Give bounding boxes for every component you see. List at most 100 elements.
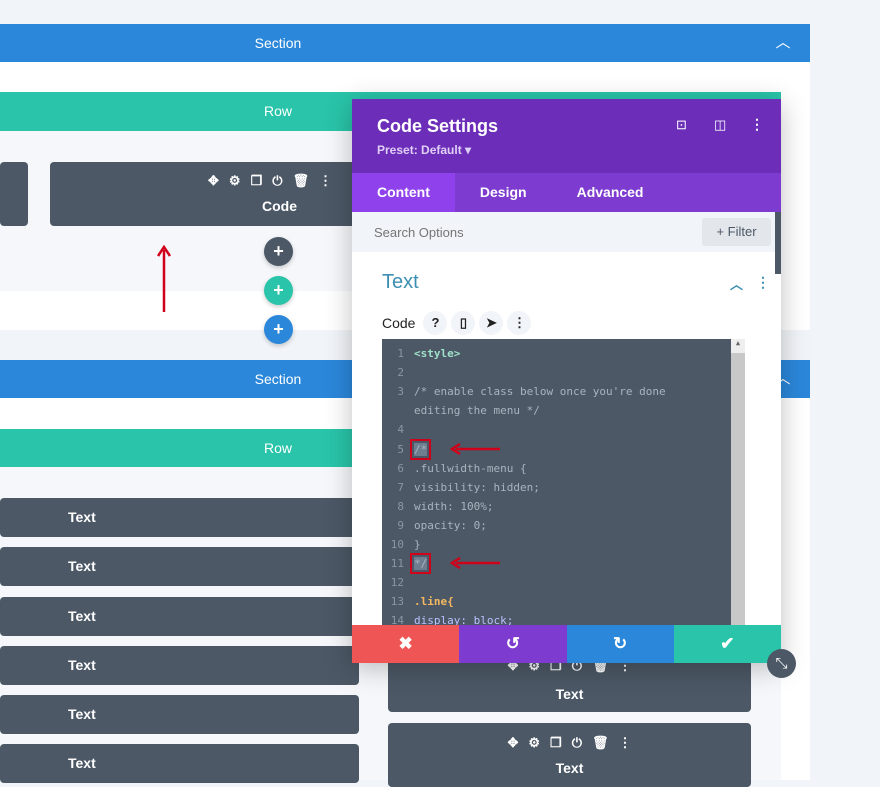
duplicate-icon[interactable]: ❐ — [550, 735, 562, 751]
filter-button[interactable]: + Filter — [702, 218, 771, 246]
section-label: Section — [254, 35, 302, 51]
undo-icon: ↺ — [505, 634, 520, 653]
code-module[interactable]: ✥ ⚙ ❐ ⏻ 🗑 ⋮ Code — [50, 162, 360, 226]
power-icon[interactable]: ⏻ — [272, 173, 282, 189]
text-module[interactable]: Text — [0, 646, 359, 685]
power-icon[interactable]: ⏻ — [572, 735, 582, 751]
line-number: 6 — [397, 461, 404, 475]
module-label: Text — [68, 657, 96, 673]
text-module[interactable]: Text — [0, 744, 359, 783]
chevron-up-icon[interactable]: ︿ — [775, 24, 790, 62]
text-module[interactable]: ✥ ⚙ ❐ ⏻ 🗑 ⋮ Text — [388, 723, 751, 787]
mobile-icon[interactable]: ▯ — [451, 311, 476, 335]
trash-icon[interactable]: 🗑 — [592, 735, 609, 751]
line-number: 11 — [390, 557, 404, 571]
line-number: 9 — [397, 518, 404, 532]
add-row-button[interactable]: + — [264, 276, 293, 305]
code-line: .fullwidth-menu { — [414, 461, 527, 475]
module-label: Text — [68, 706, 96, 722]
help-icon[interactable]: ? — [423, 311, 448, 335]
modal-title: Code Settings — [377, 116, 499, 136]
code-line: /* enable class below once you're done — [414, 385, 666, 399]
more-icon[interactable]: ⋮ — [619, 735, 632, 751]
duplicate-icon[interactable]: ❐ — [251, 173, 263, 189]
add-module-button[interactable]: + — [264, 237, 293, 266]
module-label: Text — [68, 608, 96, 624]
collapse-chevron-icon[interactable]: ︿ — [730, 274, 743, 293]
modal-footer: ✖ ↺ ↻ ✔ — [352, 625, 781, 663]
code-line: visibility: hidden; — [414, 480, 540, 494]
text-module[interactable]: Text — [0, 547, 359, 586]
scrollbar[interactable] — [775, 212, 781, 274]
code-line: editing the menu */ — [414, 404, 540, 418]
gear-icon[interactable]: ⚙ — [528, 735, 540, 751]
line-number: 3 — [397, 385, 404, 399]
more-icon[interactable]: ⋮ — [319, 173, 332, 189]
line-number: 7 — [397, 480, 404, 494]
tab-advanced[interactable]: Advanced — [552, 173, 669, 212]
cursor-icon[interactable]: ➤ — [479, 311, 504, 335]
line-number: 1 — [397, 347, 404, 360]
line-number: 8 — [397, 499, 404, 513]
split-view-icon[interactable]: ◫ — [714, 117, 726, 133]
code-line: } — [414, 538, 421, 551]
code-field-header: Code ? ▯ ➤ ⋮ — [382, 311, 532, 335]
section-1-header[interactable]: Section ︿ — [0, 24, 810, 62]
resize-handle-icon[interactable]: ⤡ — [767, 649, 796, 678]
text-module[interactable]: Text — [0, 498, 359, 537]
check-icon: ✔ — [720, 634, 735, 653]
line-number: 4 — [397, 423, 404, 437]
search-input[interactable] — [374, 220, 674, 244]
line-number: 13 — [390, 595, 404, 609]
tab-content[interactable]: Content — [352, 173, 455, 212]
group-more-icon[interactable]: ⋮ — [756, 274, 770, 291]
module-label: Code — [262, 198, 297, 214]
section-label: Section — [254, 371, 302, 387]
module-label: Text — [68, 509, 96, 525]
preset-label: Preset: Default — [377, 143, 462, 157]
line-number: 10 — [390, 538, 404, 551]
code-editor[interactable]: ▲ 1 <style> 2 3 /* enable class below once y… — [382, 339, 745, 625]
field-label: Code — [382, 315, 416, 331]
preset-dropdown[interactable]: Preset: Default ▾ — [377, 143, 471, 157]
move-icon[interactable]: ✥ — [208, 173, 219, 189]
code-line: */ — [409, 553, 432, 575]
code-settings-modal: Code Settings Preset: Default ▾ ⊡ ◫ ⋮ Co… — [352, 99, 781, 663]
row-label: Row — [263, 103, 293, 119]
module-label: Text — [68, 755, 96, 771]
add-section-button[interactable]: + — [264, 315, 293, 344]
search-bar: + Filter — [352, 212, 781, 252]
text-module[interactable]: Text — [0, 597, 359, 636]
redo-button[interactable]: ↻ — [566, 625, 674, 663]
field-more-icon[interactable]: ⋮ — [507, 311, 532, 335]
gear-icon[interactable]: ⚙ — [229, 173, 241, 189]
code-line: display: block; — [414, 614, 514, 625]
text-module[interactable]: Text — [0, 695, 359, 734]
close-icon: ✖ — [398, 634, 413, 653]
annotation-arrow-left — [450, 442, 500, 455]
undo-button[interactable]: ↺ — [459, 625, 567, 663]
group-title: Text — [382, 271, 419, 293]
module-label: Text — [555, 760, 584, 776]
line-number: 14 — [390, 614, 404, 625]
more-options-icon[interactable]: ⋮ — [750, 116, 764, 133]
fullscreen-icon[interactable]: ⊡ — [676, 117, 687, 133]
code-line: opacity: 0; — [414, 518, 487, 532]
module-label: Text — [555, 686, 584, 702]
line-number: 2 — [397, 366, 404, 380]
modal-header: Code Settings Preset: Default ▾ ⊡ ◫ ⋮ — [352, 99, 781, 173]
editor-scrollbar[interactable]: ▲ — [731, 339, 745, 625]
code-line: <style> — [414, 347, 461, 360]
move-icon[interactable]: ✥ — [507, 735, 518, 751]
module[interactable] — [0, 162, 28, 226]
caret-down-icon: ▾ — [465, 143, 472, 157]
cancel-button[interactable]: ✖ — [352, 625, 460, 663]
scroll-up-icon[interactable]: ▲ — [731, 339, 745, 353]
save-button[interactable]: ✔ — [673, 625, 781, 663]
trash-icon[interactable]: 🗑 — [293, 173, 310, 189]
tab-design[interactable]: Design — [455, 173, 552, 212]
line-number: 12 — [390, 576, 404, 590]
module-toolbar: ✥ ⚙ ❐ ⏻ 🗑 ⋮ — [208, 173, 332, 189]
annotation-arrow-left — [450, 557, 500, 570]
row-label: Row — [263, 440, 293, 456]
